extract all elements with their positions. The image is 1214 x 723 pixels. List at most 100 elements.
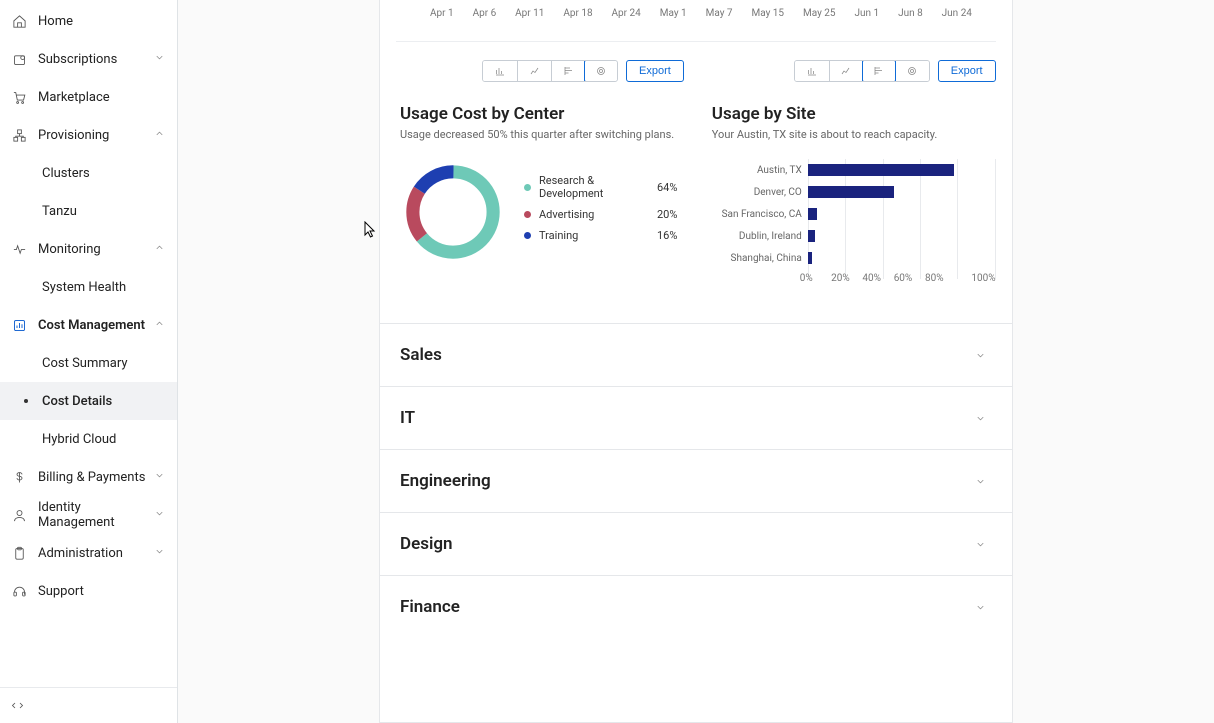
accordion-sales[interactable]: Sales — [380, 323, 1012, 386]
trend-chart: $200k $100k Apr 1Apr 6Apr 11Apr 18Apr 24… — [380, 0, 1012, 19]
accordion-design[interactable]: Design — [380, 512, 1012, 575]
chart-type-toggle — [482, 60, 618, 82]
x-tick: 60% — [894, 273, 925, 284]
usage-by-site-card: Export Usage by Site Your Austin, TX sit… — [712, 60, 996, 299]
chevron-down-icon — [154, 52, 165, 63]
sidebar-subitem-clusters[interactable]: Clusters — [0, 154, 177, 192]
accordion-label: Sales — [400, 345, 442, 365]
sidebar-item-cost-management[interactable]: Cost Management — [0, 306, 177, 344]
sidebar-subitem-system-health[interactable]: System Health — [0, 268, 177, 306]
line-icon — [529, 65, 541, 77]
legend-label: Advertising — [539, 208, 657, 221]
legend-item: Research & Development64% — [524, 174, 677, 200]
chart-type-bar-vert[interactable] — [795, 61, 829, 81]
sidebar: Home Subscriptions Marketplace Provisioning… — [0, 0, 178, 723]
accordion-engineering[interactable]: Engineering — [380, 449, 1012, 512]
bar-fill — [808, 230, 816, 242]
card-title: Usage by Site — [712, 104, 996, 124]
sidebar-item-identity-management[interactable]: Identity Management — [0, 496, 177, 534]
sidebar-item-support[interactable]: Support — [0, 572, 177, 610]
chart-type-donut[interactable] — [584, 60, 618, 82]
sidebar-item-label: Marketplace — [38, 90, 165, 105]
export-button[interactable]: Export — [626, 60, 684, 82]
chevron-down-icon — [154, 470, 165, 481]
card-subtitle: Your Austin, TX site is about to reach c… — [712, 128, 996, 141]
sidebar-item-label: Billing & Payments — [38, 470, 154, 485]
chart-type-line[interactable] — [829, 61, 863, 81]
donut-chart-icon — [400, 159, 506, 265]
bar-vert-icon — [494, 65, 506, 77]
legend-label: Research & Development — [539, 174, 657, 200]
export-button[interactable]: Export — [938, 60, 996, 82]
chart-type-line[interactable] — [517, 61, 551, 81]
bar-label: Dublin, Ireland — [712, 231, 808, 242]
accordion-finance[interactable]: Finance — [380, 575, 1012, 638]
main-content: $200k $100k Apr 1Apr 6Apr 11Apr 18Apr 24… — [178, 0, 1214, 723]
chevron-up-icon — [154, 242, 165, 253]
chevron-down-icon — [154, 508, 165, 519]
chevron-down-icon — [975, 602, 986, 613]
chevron-up-icon — [154, 318, 165, 329]
sidebar-item-label: Support — [38, 584, 165, 599]
chart-type-bar-horiz[interactable] — [862, 60, 896, 82]
x-tick: Jun 8 — [898, 8, 923, 19]
sidebar-item-marketplace[interactable]: Marketplace — [0, 78, 177, 116]
sidebar-item-label: Monitoring — [38, 242, 154, 257]
sidebar-item-label: Home — [38, 14, 165, 29]
legend-value: 16% — [657, 229, 677, 242]
dollar-icon — [12, 470, 27, 485]
provisioning-icon — [12, 128, 27, 143]
sidebar-item-provisioning[interactable]: Provisioning — [0, 116, 177, 154]
chevron-down-icon — [975, 413, 986, 424]
sidebar-item-billing-payments[interactable]: Billing & Payments — [0, 458, 177, 496]
x-tick: May 15 — [751, 8, 784, 19]
legend-item: Advertising20% — [524, 208, 677, 221]
clipboard-icon — [12, 546, 27, 561]
bar-horiz-icon — [873, 65, 885, 77]
sidebar-subitem-hybrid-cloud[interactable]: Hybrid Cloud — [0, 420, 177, 458]
identity-icon — [12, 508, 27, 523]
x-tick: 20% — [831, 273, 862, 284]
bar-horiz-icon — [563, 65, 575, 77]
chart-type-bar-horiz[interactable] — [551, 61, 585, 81]
sidebar-subitem-cost-details[interactable]: Cost Details — [0, 382, 177, 420]
legend-item: Training16% — [524, 229, 677, 242]
sidebar-item-subscriptions[interactable]: Subscriptions — [0, 40, 177, 78]
bar-label: Shanghai, China — [712, 253, 808, 264]
cost-details-panel: $200k $100k Apr 1Apr 6Apr 11Apr 18Apr 24… — [379, 0, 1013, 723]
x-tick: 40% — [862, 273, 893, 284]
sidebar-item-home[interactable]: Home — [0, 2, 177, 40]
x-tick: May 1 — [660, 8, 687, 19]
sidebar-item-label: Provisioning — [38, 128, 154, 143]
sidebar-item-label: Administration — [38, 546, 154, 561]
x-tick: Apr 24 — [612, 8, 641, 19]
sidebar-subitem-cost-summary[interactable]: Cost Summary — [0, 344, 177, 382]
subscriptions-icon — [12, 52, 27, 67]
bar-fill — [808, 208, 817, 220]
legend-dot-icon — [524, 184, 531, 191]
sidebar-collapse-toggle[interactable] — [0, 687, 177, 723]
sidebar-subitem-tanzu[interactable]: Tanzu — [0, 192, 177, 230]
bar-fill — [808, 164, 954, 176]
x-tick: 0% — [800, 273, 831, 284]
bar-label: Denver, CO — [712, 187, 808, 198]
usage-cost-by-center-card: Export Usage Cost by Center Usage decrea… — [400, 60, 684, 299]
sidebar-item-administration[interactable]: Administration — [0, 534, 177, 572]
chevron-up-icon — [154, 128, 165, 139]
sidebar-item-monitoring[interactable]: Monitoring — [0, 230, 177, 268]
chart-type-donut[interactable] — [895, 61, 929, 81]
chevron-down-icon — [975, 350, 986, 361]
legend-value: 64% — [657, 181, 677, 194]
x-tick: May 7 — [706, 8, 733, 19]
collapse-icon — [10, 698, 25, 713]
x-tick: 80% — [925, 273, 956, 284]
bar-fill — [808, 252, 812, 264]
accordion-label: Engineering — [400, 471, 491, 491]
x-tick: Apr 1 — [430, 8, 454, 19]
headset-icon — [12, 584, 27, 599]
chevron-down-icon — [975, 539, 986, 550]
accordion-it[interactable]: IT — [380, 386, 1012, 449]
chart-type-bar-vert[interactable] — [483, 61, 517, 81]
bar-vert-icon — [806, 65, 818, 77]
x-tick: Apr 11 — [515, 8, 544, 19]
